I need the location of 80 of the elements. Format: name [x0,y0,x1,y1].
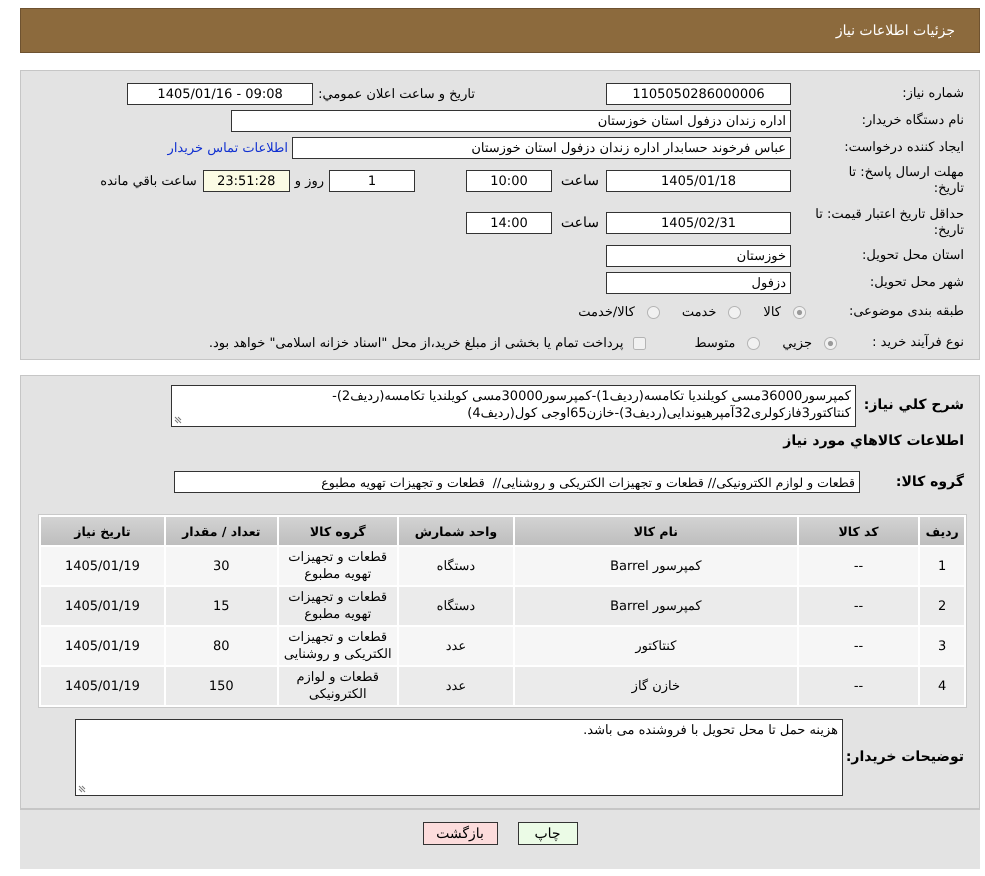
requester-field[interactable]: عباس فرخوند حسابدار اداره زندان دزفول استان خوزستان [292,137,791,159]
field-label: طبقه بندی موضوعی: [848,304,964,320]
field-label: گروه کالا: [894,474,964,490]
radio-label: خدمت [682,304,716,320]
column-header: کد کالا [798,517,918,545]
table-cell: 3 [920,627,964,665]
radio-label: کالا [763,304,781,320]
column-header: گروه کالا [278,517,397,545]
resize-grip-icon[interactable] [174,416,182,424]
remaining-time-field[interactable]: 23:51:28 [202,170,290,192]
field-label: توضیحات خریدار: [844,748,964,765]
radio-label: کالا/خدمت [578,304,635,320]
table-cell: 4 [920,667,964,705]
deadline-time-field[interactable]: 10:00 [466,170,552,192]
field-label: مهلت ارسال پاسخ: تا تاریخ: [848,165,964,197]
time-label: ساعت [560,173,600,189]
table-cell: 30 [166,547,277,585]
table-cell: کمپرسور Barrel [515,547,797,585]
table-cell: -- [798,587,918,625]
table-cell: -- [798,627,918,665]
section-heading: اطلاعات کالاهاي مورد نیاز [783,433,964,449]
table-cell: عدد [398,667,514,705]
field-label: تاریخ و ساعت اعلان عمومي: [318,86,475,102]
table-cell: خازن گاز [515,667,797,705]
validity-time-field[interactable]: 14:00 [466,212,552,234]
city-field[interactable]: دزفول [606,272,791,294]
field-label: حداقل تاریخ اعتبار قیمت: تا تاریخ: [814,207,964,239]
radio-label: جزيي [782,336,812,350]
table-cell: 15 [166,587,277,625]
table-cell: 1 [920,547,964,585]
need-number-field[interactable]: 1105050286000006 [606,83,791,105]
table-cell: قطعات و لوازم الکترونیکی [278,667,397,705]
buyer-organization-field[interactable]: اداره زندان دزفول استان خوزستان [231,110,791,132]
field-label: شرح کلي نیاز: [862,396,964,413]
time-label: ساعت [560,215,600,231]
table-cell: 2 [920,587,964,625]
table-cell: 150 [166,667,277,705]
validity-date-field[interactable]: 1405/02/31 [606,212,791,234]
table-cell: عدد [398,627,514,665]
radio-label: متوسط [694,336,736,350]
buyer-notes-textarea[interactable]: هزینه حمل تا محل تحویل با فروشنده می باشد. [75,719,843,796]
column-header: ردیف [920,517,964,545]
goods-group-field[interactable]: قطعات و لوازم الکترونیکی// قطعات و تجهیزات الکتریکی و روشنایی// قطعات و تجهیزات تهویه مطبوع [174,471,860,493]
table-cell: 80 [166,627,277,665]
field-label: شهر محل تحویل: [868,275,964,291]
field-label: شماره نیاز: [901,86,964,102]
deadline-date-field[interactable]: 1405/01/18 [606,170,791,192]
field-label: استان محل تحویل: [861,248,964,264]
table-cell: کنتاکتور [515,627,797,665]
province-field[interactable]: خوزستان [606,245,791,267]
table-cell: 1405/01/19 [41,667,164,705]
remaining-label: ساعت باقي مانده [100,174,197,188]
print-button[interactable]: چاپ [518,822,578,845]
table-cell: 1405/01/19 [41,627,164,665]
column-header: تعداد / مقدار [166,517,277,545]
table-cell: -- [798,667,918,705]
field-label: نام دستگاه خریدار: [860,113,964,129]
table-cell: 1405/01/19 [41,587,164,625]
column-header: واحد شمارش [398,517,514,545]
column-header: نام کالا [515,517,797,545]
table-cell: -- [798,547,918,585]
table-cell: قطعات و تجهیزات تهویه مطبوع [278,587,397,625]
field-label: ایجاد کننده درخواست: [843,140,964,156]
table-cell: قطعات و تجهیزات تهویه مطبوع [278,547,397,585]
table-cell: دستگاه [398,547,514,585]
announcement-date-field[interactable]: 1405/01/16 - 09:08 [127,83,314,105]
page-title: جزئیات اطلاعات نیاز [836,22,955,38]
field-label: نوع فرآیند خرید : [871,335,964,351]
days-label: روز و [294,174,324,188]
column-header: تاریخ نیاز [41,517,164,545]
table-cell: کمپرسور Barrel [515,587,797,625]
table-cell: قطعات و تجهیزات الکتریکی و روشنایی [278,627,397,665]
days-field[interactable]: 1 [329,170,415,192]
table-cell: دستگاه [398,587,514,625]
checkbox-label: پرداخت تمام يا بخشی از مبلغ خرید،از محل "اسناد خزانه اسلامی" خواهد بود. [208,336,624,350]
table-cell: 1405/01/19 [41,547,164,585]
back-button[interactable]: بازگشت [422,822,498,845]
description-textarea[interactable]: کمپرسور36000مسی کویلندیا تکامسه(ردیف1)-کمپرسور30000مسی کویلندیا تکامسه(ردیف2)-کنتاکتور3فازکولری32آمپرهیوندایی(ردیف3)-خازن65اوجی کول(ردیف4) [171,385,856,427]
buyer-contact-link[interactable]: اطلاعات تماس خریدار [168,140,288,156]
resize-grip-icon[interactable] [78,785,86,793]
